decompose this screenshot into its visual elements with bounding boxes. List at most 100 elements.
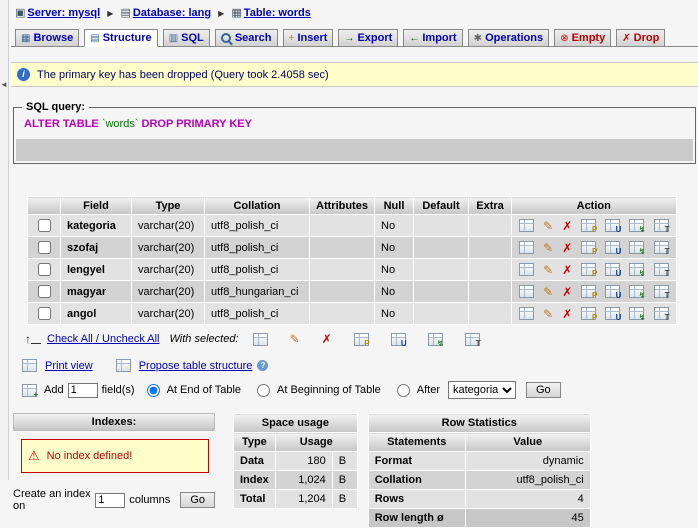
add-field-count-input[interactable] <box>67 382 98 398</box>
primary-key-icon[interactable]: P <box>581 263 597 278</box>
drop-selected-icon[interactable]: ✗ <box>322 332 332 346</box>
change-icon[interactable]: ✎ <box>543 285 553 299</box>
row-statistics-table: Row Statistics Statements Value Format d… <box>367 413 591 528</box>
browse-distinct-icon[interactable] <box>519 263 534 276</box>
extra-cell <box>468 214 512 237</box>
primary-selected-icon[interactable]: P <box>353 332 370 348</box>
index-columns-input[interactable] <box>95 492 126 508</box>
browse-selected-icon[interactable] <box>252 332 268 346</box>
check-all-link[interactable]: Check All / Uncheck All <box>47 333 160 345</box>
primary-key-icon[interactable]: P <box>581 241 597 256</box>
index-icon[interactable]: ↯ <box>629 263 645 278</box>
tab-operations[interactable]: ✱ Operations <box>467 29 550 47</box>
space-usage-table: Space usage Type Usage Data 180 B Index … <box>233 413 358 509</box>
unique-icon[interactable]: U <box>605 241 621 256</box>
extra-cell <box>468 280 512 303</box>
change-icon[interactable]: ✎ <box>543 263 553 277</box>
frame-divider[interactable]: ◄ <box>0 0 9 480</box>
after-field-select[interactable]: kategoria <box>448 381 516 399</box>
change-icon[interactable]: ✎ <box>543 219 553 233</box>
unique-selected-icon[interactable]: U <box>390 332 407 348</box>
index-icon[interactable]: ↯ <box>629 219 645 234</box>
radio-at-beginning[interactable] <box>257 383 270 397</box>
tab-insert[interactable]: + Insert <box>282 29 334 47</box>
columns-label: columns <box>129 494 171 506</box>
drop-field-icon[interactable]: ✗ <box>562 307 572 321</box>
tab-structure[interactable]: ▤ Structure <box>84 29 158 47</box>
field-header: Field <box>60 196 132 215</box>
unique-icon[interactable]: U <box>605 219 621 234</box>
breadcrumb-server-link[interactable]: Server: mysql <box>27 7 100 19</box>
index-icon[interactable]: ↯ <box>629 241 645 256</box>
change-icon[interactable]: ✎ <box>543 241 553 255</box>
notice-text: The primary key has been dropped (Query … <box>37 68 329 81</box>
tab-browse[interactable]: ▦ Browse <box>15 29 80 47</box>
row-checkbox[interactable] <box>38 219 51 232</box>
breadcrumb-database-link[interactable]: Database: lang <box>133 7 211 19</box>
browse-distinct-icon[interactable] <box>519 307 534 320</box>
browse-distinct-icon[interactable] <box>519 219 534 232</box>
tab-export[interactable]: → Export <box>338 29 399 47</box>
index-selected-icon[interactable]: ↯ <box>427 332 444 348</box>
type-cell: varchar(20) <box>131 236 205 259</box>
table-row: lengyel varchar(20) utf8_polish_ci No ✎ … <box>27 258 677 281</box>
action-cell: ✎ ✗ P U ↯ T <box>511 258 677 281</box>
fulltext-icon[interactable]: T <box>653 241 670 256</box>
print-view-link[interactable]: Print view <box>45 360 93 372</box>
collapse-frame-icon[interactable]: ◄ <box>0 80 8 89</box>
help-icon[interactable]: ? <box>257 360 269 371</box>
table-row: Index 1,024 B <box>233 470 358 490</box>
default-cell <box>413 258 469 281</box>
unique-icon[interactable]: U <box>605 285 621 300</box>
bottom-panels: Indexes: ⚠ No index defined! Create an i… <box>13 413 698 528</box>
tab-sql[interactable]: ▥ SQL <box>162 29 210 47</box>
extra-cell <box>468 236 512 259</box>
create-index-go-button[interactable]: Go <box>180 492 215 508</box>
fulltext-icon[interactable]: T <box>653 263 670 278</box>
row-checkbox[interactable] <box>38 241 51 254</box>
drop-field-icon[interactable]: ✗ <box>562 263 572 277</box>
type-header: Type <box>131 196 205 215</box>
primary-key-icon[interactable]: P <box>581 285 597 300</box>
primary-key-icon[interactable]: P <box>581 307 597 322</box>
collation-cell: utf8_polish_ci <box>204 302 310 325</box>
fulltext-icon[interactable]: T <box>653 307 670 322</box>
table-row: angol varchar(20) utf8_polish_ci No ✎ ✗ … <box>27 302 677 325</box>
server-icon: ▣ <box>15 7 26 19</box>
tab-search[interactable]: Search <box>214 29 278 47</box>
change-icon[interactable]: ✎ <box>543 307 553 321</box>
radio-after[interactable] <box>396 383 410 397</box>
null-cell: No <box>374 214 414 237</box>
drop-field-icon[interactable]: ✗ <box>562 241 572 255</box>
sql-query-footer[interactable] <box>16 139 693 161</box>
add-field-go-button[interactable]: Go <box>526 382 561 398</box>
row-checkbox[interactable] <box>38 263 51 276</box>
table-row: magyar varchar(20) utf8_hungarian_ci No … <box>27 280 677 303</box>
unique-icon[interactable]: U <box>605 307 621 322</box>
browse-distinct-icon[interactable] <box>519 285 534 298</box>
index-icon[interactable]: ↯ <box>629 285 645 300</box>
tab-drop[interactable]: ✗ Drop <box>616 29 666 47</box>
field-name-cell: kategoria <box>60 214 132 237</box>
insert-icon: + <box>288 33 295 44</box>
after-label: After <box>416 384 440 396</box>
change-selected-icon[interactable]: ✎ <box>290 332 300 346</box>
drop-field-icon[interactable]: ✗ <box>562 285 572 299</box>
tab-bar: ▦ Browse ▤ Structure ▥ SQL Search + Insert →… <box>11 28 698 47</box>
index-icon[interactable]: ↯ <box>629 307 645 322</box>
fulltext-icon[interactable]: T <box>653 219 670 234</box>
row-checkbox[interactable] <box>38 307 51 320</box>
primary-key-icon[interactable]: P <box>581 219 597 234</box>
breadcrumb-table-link[interactable]: Table: words <box>244 7 311 19</box>
unique-icon[interactable]: U <box>605 263 621 278</box>
tab-import[interactable]: ← Import <box>403 29 463 47</box>
tab-empty[interactable]: ⊗ Empty <box>554 29 612 47</box>
propose-structure-link[interactable]: Propose table structure <box>139 360 253 372</box>
fulltext-selected-icon[interactable]: T <box>464 332 481 348</box>
browse-distinct-icon[interactable] <box>519 241 534 254</box>
drop-field-icon[interactable]: ✗ <box>562 219 572 233</box>
operations-icon: ✱ <box>473 33 483 44</box>
fulltext-icon[interactable]: T <box>653 285 670 300</box>
radio-at-end[interactable] <box>146 383 160 397</box>
row-checkbox[interactable] <box>38 285 51 298</box>
